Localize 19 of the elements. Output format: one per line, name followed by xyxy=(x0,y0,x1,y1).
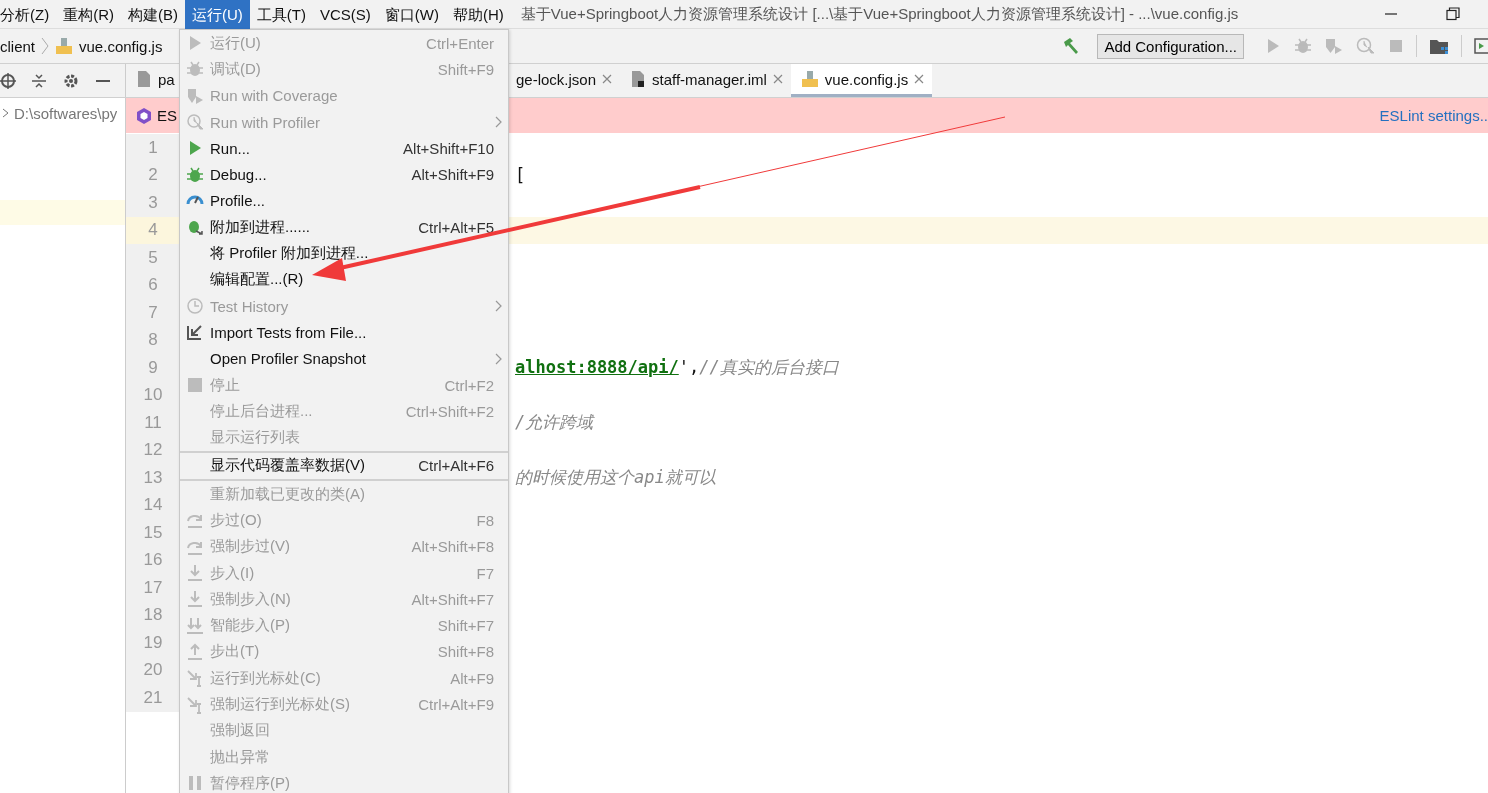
window-title: 基于Vue+Springboot人力资源管理系统设计 [...\基于Vue+Springboot人力资源管理系统设计] - ...\vue.config.js xyxy=(520,4,1239,24)
line-number: 13 xyxy=(126,464,181,492)
line-number: 1 xyxy=(126,134,181,162)
line-number: 19 xyxy=(126,629,181,657)
line-number: 5 xyxy=(126,244,181,272)
code-comment: //真实的后台接口 xyxy=(699,357,839,378)
code-punctuation: [ xyxy=(515,165,526,186)
line-number: 17 xyxy=(126,574,181,602)
code-comment: 的时候使用这个api就可以 xyxy=(515,467,716,488)
code-punctuation: ', xyxy=(678,357,700,378)
line-number: 9 xyxy=(126,354,181,382)
line-number: 21 xyxy=(126,684,181,712)
line-number: 15 xyxy=(126,519,181,547)
line-number: 3 xyxy=(126,189,181,217)
line-number: 11 xyxy=(126,409,181,437)
code-string: alhost:8888/api/ xyxy=(515,357,679,378)
banner-text: ES xyxy=(157,107,177,124)
code-comment: /允许跨域 xyxy=(515,412,594,433)
line-number: 7 xyxy=(126,299,181,327)
